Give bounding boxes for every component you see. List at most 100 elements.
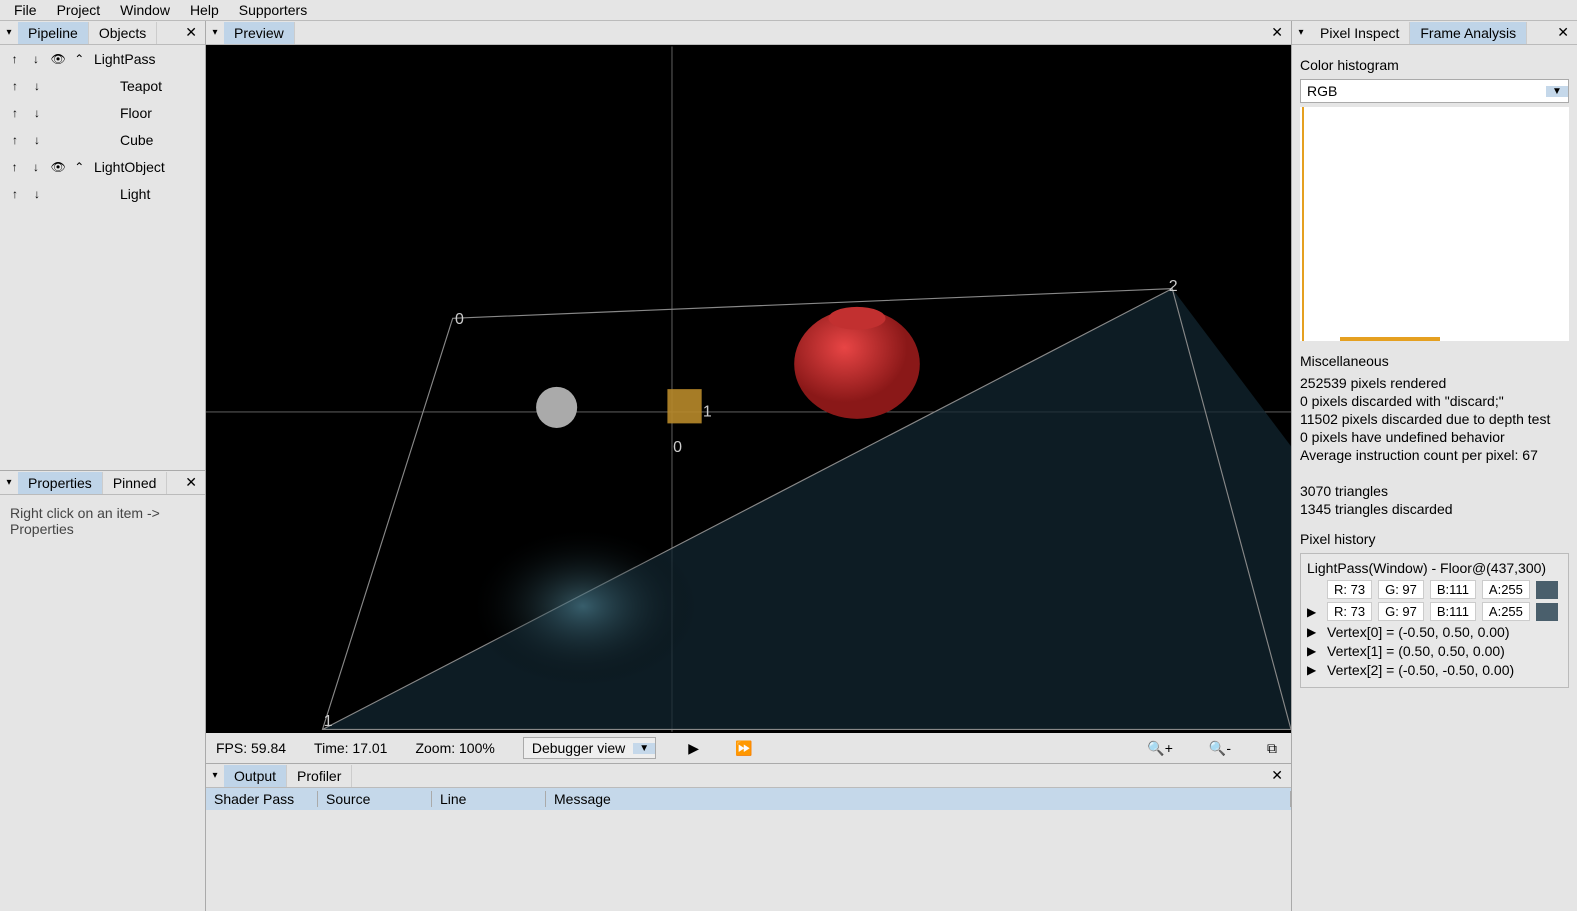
- color-value: R: 73: [1327, 602, 1372, 621]
- tree-label: Cube: [86, 132, 153, 148]
- tree-control-icon[interactable]: 👁: [51, 52, 65, 66]
- misc-stat: 0 pixels discarded with "discard;": [1300, 393, 1569, 409]
- tab-properties[interactable]: Properties: [18, 472, 103, 494]
- svg-text:1: 1: [703, 404, 712, 421]
- vertex-row: ▶ Vertex[2] = (-0.50, -0.50, 0.00): [1307, 662, 1562, 678]
- collapse-icon[interactable]: ▾: [0, 477, 18, 488]
- col-source[interactable]: Source: [318, 791, 432, 807]
- menu-window[interactable]: Window: [110, 0, 180, 20]
- close-icon[interactable]: ✕: [1549, 24, 1577, 41]
- menu-file[interactable]: File: [4, 0, 47, 20]
- play-icon[interactable]: ▶: [1307, 644, 1321, 658]
- svg-text:0: 0: [455, 311, 464, 328]
- tree-label: LightPass: [86, 51, 155, 67]
- tab-preview[interactable]: Preview: [224, 22, 295, 44]
- histogram-mode-dropdown[interactable]: RGB▼: [1300, 79, 1569, 103]
- pipeline-tree: ↑↓👁⌃LightPass↑↓Teapot↑↓Floor↑↓Cube↑↓👁⌃Li…: [0, 45, 205, 470]
- vertex-label: Vertex[1] = (0.50, 0.50, 0.00): [1327, 643, 1505, 659]
- tree-row[interactable]: ↑↓👁⌃LightObject: [0, 153, 205, 180]
- col-line[interactable]: Line: [432, 791, 546, 807]
- pixel-history-row: R: 73G: 97B:111A:255: [1307, 580, 1562, 599]
- color-value: G: 97: [1378, 580, 1424, 599]
- color-value: A:255: [1482, 602, 1530, 621]
- menubar: File Project Window Help Supporters: [0, 0, 1577, 21]
- play-icon[interactable]: ▶: [1307, 605, 1321, 619]
- preview-status-bar: FPS: 59.84 Time: 17.01 Zoom: 100% Debugg…: [206, 733, 1291, 763]
- tree-label: Floor: [86, 105, 152, 121]
- tree-control-icon[interactable]: ↑: [8, 133, 22, 147]
- tree-control-icon[interactable]: ↓: [30, 187, 44, 201]
- vertex-label: Vertex[0] = (-0.50, 0.50, 0.00): [1327, 624, 1510, 640]
- zoom-in-icon[interactable]: 🔍+: [1143, 740, 1177, 757]
- zoom-out-icon[interactable]: 🔍-: [1205, 740, 1235, 757]
- tree-control-icon[interactable]: ↑: [8, 187, 22, 201]
- tree-row[interactable]: ↑ ↓ Floor: [0, 99, 205, 126]
- tab-profiler[interactable]: Profiler: [287, 765, 352, 787]
- tree-control-icon[interactable]: ⌃: [73, 160, 86, 174]
- tree-control-icon[interactable]: ↓: [29, 160, 42, 174]
- close-icon[interactable]: ✕: [1263, 767, 1291, 784]
- close-icon[interactable]: ✕: [1263, 24, 1291, 41]
- tree-control-icon[interactable]: ↑: [8, 106, 22, 120]
- pipeline-header: ▾ Pipeline Objects ✕: [0, 21, 205, 45]
- tab-pipeline[interactable]: Pipeline: [18, 22, 89, 44]
- collapse-icon[interactable]: ▾: [0, 27, 18, 38]
- tree-control-icon[interactable]: ↓: [30, 106, 44, 120]
- tree-control-icon[interactable]: ↓: [30, 79, 44, 93]
- tree-control-icon[interactable]: ↓: [30, 133, 44, 147]
- viewport[interactable]: 0 0 1 2 1: [206, 45, 1291, 733]
- tree-control-icon[interactable]: ↑: [8, 79, 22, 93]
- collapse-icon[interactable]: ▾: [206, 770, 224, 781]
- color-swatch: [1536, 603, 1558, 621]
- pixel-history-header: LightPass(Window) - Floor@(437,300): [1307, 560, 1562, 576]
- output-table-header: Shader Pass Source Line Message: [206, 788, 1291, 810]
- popout-icon[interactable]: ⧉: [1263, 740, 1281, 757]
- tab-output[interactable]: Output: [224, 765, 287, 787]
- misc-stat: Average instruction count per pixel: 67: [1300, 447, 1569, 463]
- tree-control-icon[interactable]: ↑: [8, 160, 21, 174]
- play-icon[interactable]: ▶: [684, 740, 703, 757]
- fast-forward-icon[interactable]: ⏩: [731, 740, 756, 757]
- color-value: G: 97: [1378, 602, 1424, 621]
- vertex-row: ▶ Vertex[0] = (-0.50, 0.50, 0.00): [1307, 624, 1562, 640]
- tree-row[interactable]: ↑↓Teapot: [0, 72, 205, 99]
- inspect-header: ▾ Pixel Inspect Frame Analysis ✕: [1292, 21, 1577, 45]
- play-icon[interactable]: ▶: [1307, 663, 1321, 677]
- menu-project[interactable]: Project: [47, 0, 111, 20]
- misc-stat: 3070 triangles: [1300, 483, 1569, 499]
- misc-stat: [1300, 465, 1569, 481]
- tree-control-icon[interactable]: ↑: [8, 52, 21, 66]
- menu-supporters[interactable]: Supporters: [229, 0, 317, 20]
- vertex-row: ▶ Vertex[1] = (0.50, 0.50, 0.00): [1307, 643, 1562, 659]
- close-icon[interactable]: ✕: [177, 24, 205, 41]
- tree-label: Light: [86, 186, 150, 202]
- tree-control-icon[interactable]: ⌃: [73, 52, 86, 66]
- properties-header: ▾ Properties Pinned ✕: [0, 471, 205, 495]
- debugger-view-dropdown[interactable]: Debugger view▼: [523, 737, 656, 759]
- tree-row[interactable]: ↑ ↓ Light: [0, 180, 205, 207]
- vertex-label: Vertex[2] = (-0.50, -0.50, 0.00): [1327, 662, 1514, 678]
- preview-header: ▾ Preview ✕: [206, 21, 1291, 45]
- collapse-icon[interactable]: ▾: [206, 27, 224, 38]
- color-value: A:255: [1482, 580, 1530, 599]
- tree-control-icon[interactable]: ↓: [29, 52, 42, 66]
- tree-row[interactable]: ↑ ↓ Cube: [0, 126, 205, 153]
- menu-help[interactable]: Help: [180, 0, 229, 20]
- color-histogram: [1300, 107, 1569, 341]
- close-icon[interactable]: ✕: [177, 474, 205, 491]
- svg-text:1: 1: [324, 713, 333, 730]
- misc-stat: 252539 pixels rendered: [1300, 375, 1569, 391]
- tab-frame-analysis[interactable]: Frame Analysis: [1410, 22, 1527, 44]
- zoom-label: Zoom: 100%: [415, 740, 494, 756]
- color-value: B:111: [1430, 602, 1476, 621]
- pixel-history-box: LightPass(Window) - Floor@(437,300) R: 7…: [1300, 553, 1569, 688]
- tab-objects[interactable]: Objects: [89, 22, 157, 44]
- collapse-icon[interactable]: ▾: [1292, 27, 1310, 38]
- play-icon[interactable]: ▶: [1307, 625, 1321, 639]
- tab-pinned[interactable]: Pinned: [103, 472, 168, 494]
- tree-control-icon[interactable]: 👁: [51, 160, 65, 174]
- tree-row[interactable]: ↑ ↓ 👁 ⌃LightPass: [0, 45, 205, 72]
- col-message[interactable]: Message: [546, 791, 1291, 807]
- col-shader-pass[interactable]: Shader Pass: [206, 791, 318, 807]
- tab-pixel-inspect[interactable]: Pixel Inspect: [1310, 22, 1410, 44]
